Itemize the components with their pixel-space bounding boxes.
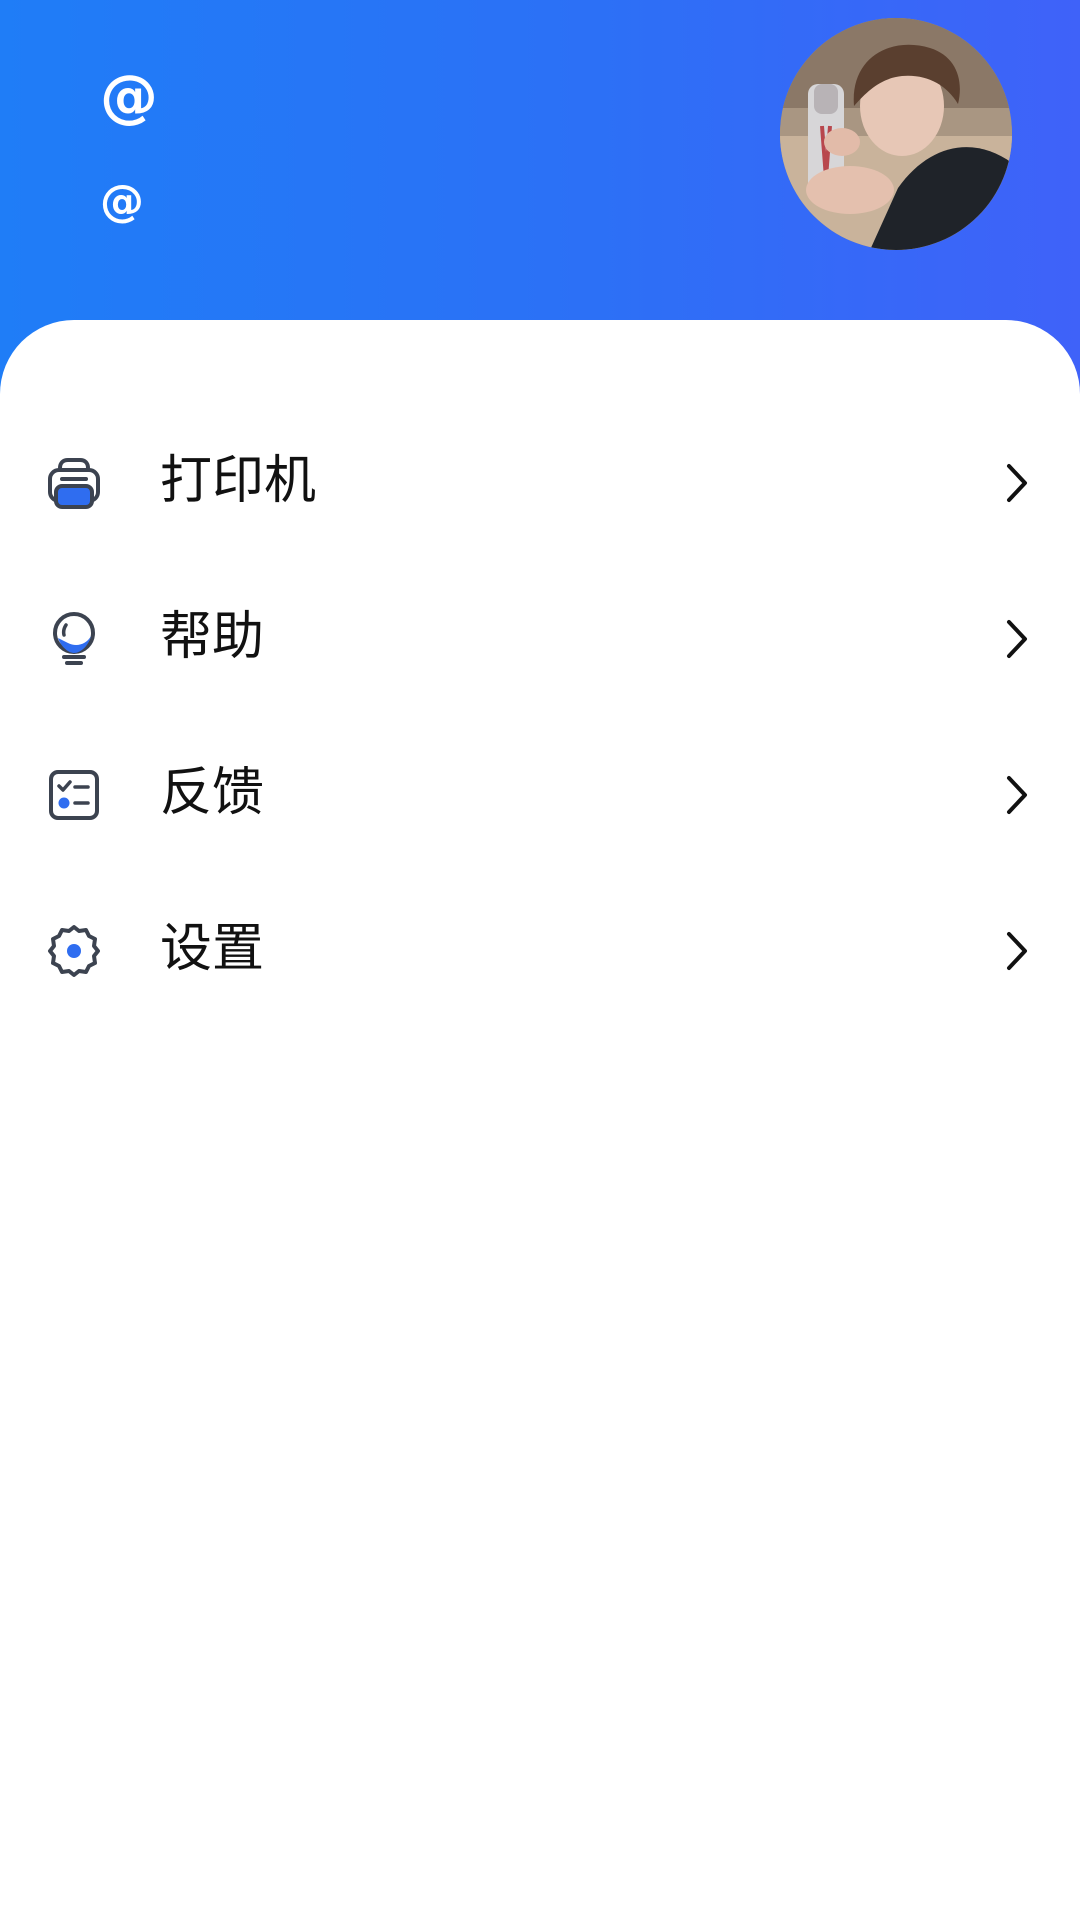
menu-item-label: 打印机	[160, 451, 317, 511]
feedback-checklist-icon	[46, 767, 102, 823]
chevron-right-icon	[1004, 774, 1030, 816]
user-name: @	[100, 62, 158, 130]
chevron-right-icon	[1004, 930, 1030, 972]
avatar[interactable]	[780, 18, 1012, 250]
menu-item-feedback[interactable]: 反馈	[0, 714, 1080, 870]
lightbulb-icon	[46, 611, 102, 667]
gear-icon	[46, 923, 102, 979]
profile-screen: @ @ 打印机 帮助 反馈 设置	[0, 0, 1080, 1920]
avatar-image	[780, 18, 1012, 250]
chevron-right-icon	[1004, 462, 1030, 504]
chevron-right-icon	[1004, 618, 1030, 660]
menu-item-settings[interactable]: 设置	[0, 870, 1080, 1026]
menu-item-help[interactable]: 帮助	[0, 558, 1080, 714]
menu-item-label: 设置	[160, 919, 265, 979]
user-account: @	[100, 176, 144, 227]
settings-menu: 打印机 帮助 反馈 设置	[0, 402, 1080, 1026]
menu-item-label: 帮助	[160, 607, 265, 667]
menu-item-label: 反馈	[160, 763, 265, 823]
printer-icon	[46, 455, 102, 511]
menu-item-printer[interactable]: 打印机	[0, 402, 1080, 558]
